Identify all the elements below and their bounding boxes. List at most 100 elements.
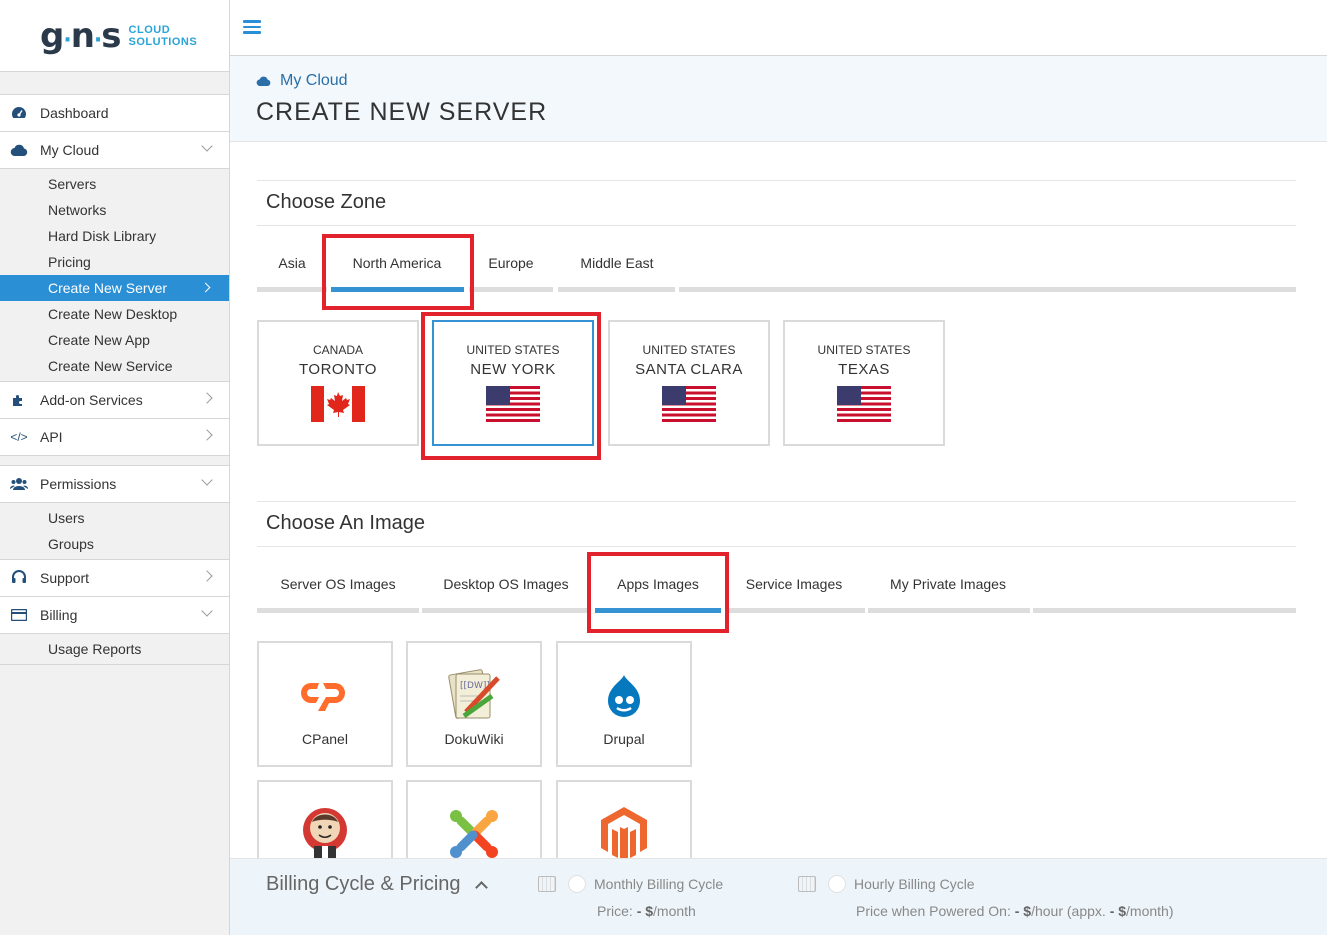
sidebar-item-servers[interactable]: Servers [0,171,229,197]
nav-api-label: API [40,429,63,445]
joomla-logo-icon [444,806,504,862]
hourly-billing-radio[interactable] [828,875,846,893]
dokuwiki-logo-icon: [[DW]] [444,667,504,723]
sidebar-item-create-new-service[interactable]: Create New Service [0,353,229,379]
top-bar [230,0,1327,56]
sidebar-item-networks[interactable]: Networks [0,197,229,223]
hamburger-menu-icon[interactable] [243,20,261,34]
monthly-billing-label: Monthly Billing Cycle [594,876,724,892]
zone-card-new-york[interactable]: UNITED STATES NEW YORK [432,320,594,446]
cpanel-logo-icon [295,667,355,723]
zone-country: UNITED STATES [642,343,736,357]
calendar-icon [538,876,556,892]
nav-dashboard-label: Dashboard [40,105,109,121]
permissions-submenu: Users Groups [0,502,229,559]
code-icon: </> [10,430,28,444]
nav-support[interactable]: Support [0,559,229,596]
main-content: Choose Zone Asia North America Europe Mi… [230,142,1327,935]
sidebar-item-hard-disk-library[interactable]: Hard Disk Library [0,223,229,249]
nav-permissions-label: Permissions [40,476,117,492]
chevron-right-icon [200,282,211,293]
active-tab-indicator [595,608,721,613]
nav-billing-label: Billing [40,607,78,623]
tab-server-os-images[interactable]: Server OS Images [258,569,418,599]
sidebar: g·n·s CLOUD SOLUTIONS Dashboard My Cloud … [0,0,230,935]
tab-north-america[interactable]: North America [331,248,463,278]
chevron-down-icon [201,605,213,617]
zone-city: NEW YORK [470,361,556,378]
monthly-billing-option[interactable]: Monthly Billing Cycle [538,875,723,893]
tab-asia[interactable]: Asia [258,248,326,278]
app-name: CPanel [302,731,348,747]
sidebar-item-users[interactable]: Users [0,505,229,531]
nav-support-label: Support [40,570,90,586]
chevron-right-icon [201,392,213,404]
sidebar-item-usage-reports[interactable]: Usage Reports [0,636,229,662]
dashboard-icon [10,105,28,121]
sidebar-item-create-new-app[interactable]: Create New App [0,327,229,353]
billing-toggle[interactable]: Billing Cycle & Pricing [266,873,488,896]
zone-city: TORONTO [299,361,377,378]
app-name: DokuWiki [444,731,504,747]
hourly-billing-option[interactable]: Hourly Billing Cycle [798,875,975,893]
credit-card-icon [10,607,28,623]
breadcrumb-label: My Cloud [280,72,348,89]
hourly-billing-label: Hourly Billing Cycle [854,876,975,892]
monthly-billing-radio[interactable] [568,875,586,893]
nav-dashboard[interactable]: Dashboard [0,94,229,131]
cloud-icon [10,142,28,158]
users-icon [10,476,28,492]
sidebar-item-create-new-server[interactable]: Create New Server [0,275,229,301]
us-flag-icon [837,386,891,422]
app-card-cpanel[interactable]: CPanel [257,641,393,767]
logo-mark: g·n·s [40,15,122,56]
zone-city: SANTA CLARA [635,361,743,378]
zone-card-toronto[interactable]: CANADA TORONTO [257,320,419,446]
nav-billing[interactable]: Billing [0,596,229,633]
drupal-logo-icon [594,667,654,723]
image-section-title: Choose An Image [266,512,425,534]
sidebar-item-create-new-desktop[interactable]: Create New Desktop [0,301,229,327]
us-flag-icon [486,386,540,422]
zone-card-santa-clara[interactable]: UNITED STATES SANTA CLARA [608,320,770,446]
tab-apps-images[interactable]: Apps Images [595,569,721,599]
tab-middle-east[interactable]: Middle East [560,248,674,278]
zone-card-texas[interactable]: UNITED STATES TEXAS [783,320,945,446]
nav-my-cloud[interactable]: My Cloud [0,131,229,168]
cloud-icon [256,74,271,89]
magento-logo-icon [594,806,654,862]
chevron-down-icon [201,474,213,486]
jenkins-logo-icon [295,806,355,862]
monthly-price: Price: - $/month [597,903,696,919]
app-card-dokuwiki[interactable]: [[DW]] DokuWiki [406,641,542,767]
page-title: CREATE NEW SERVER [256,98,548,126]
chevron-right-icon [201,429,213,441]
company-logo[interactable]: g·n·s CLOUD SOLUTIONS [0,0,229,72]
nav-api[interactable]: </> API [0,418,229,455]
chevron-up-icon [474,881,488,894]
nav-addon-services[interactable]: Add-on Services [0,381,229,418]
zone-country: UNITED STATES [817,343,911,357]
active-tab-indicator [331,287,464,292]
nav-permissions[interactable]: Permissions [0,465,229,502]
app-card-magento[interactable] [556,780,692,862]
tab-europe[interactable]: Europe [470,248,552,278]
sidebar-item-groups[interactable]: Groups [0,531,229,557]
sidebar-item-pricing[interactable]: Pricing [0,249,229,275]
my-cloud-submenu: Servers Networks Hard Disk Library Prici… [0,168,229,381]
nav-addon-label: Add-on Services [40,392,143,408]
canada-flag-icon [311,386,365,422]
page-header: My Cloud CREATE NEW SERVER [230,56,1327,142]
billing-title: Billing Cycle & Pricing [266,873,461,895]
app-card-drupal[interactable]: Drupal [556,641,692,767]
breadcrumb[interactable]: My Cloud [256,72,348,90]
headset-icon [10,570,28,586]
zone-city: TEXAS [838,361,890,378]
tab-service-images[interactable]: Service Images [725,569,863,599]
tab-desktop-os-images[interactable]: Desktop OS Images [422,569,590,599]
nav-my-cloud-label: My Cloud [40,142,100,158]
app-card-joomla[interactable] [406,780,542,860]
tab-my-private-images[interactable]: My Private Images [868,569,1028,599]
clock-calendar-icon [798,876,816,892]
app-card-jenkins[interactable] [257,780,393,860]
